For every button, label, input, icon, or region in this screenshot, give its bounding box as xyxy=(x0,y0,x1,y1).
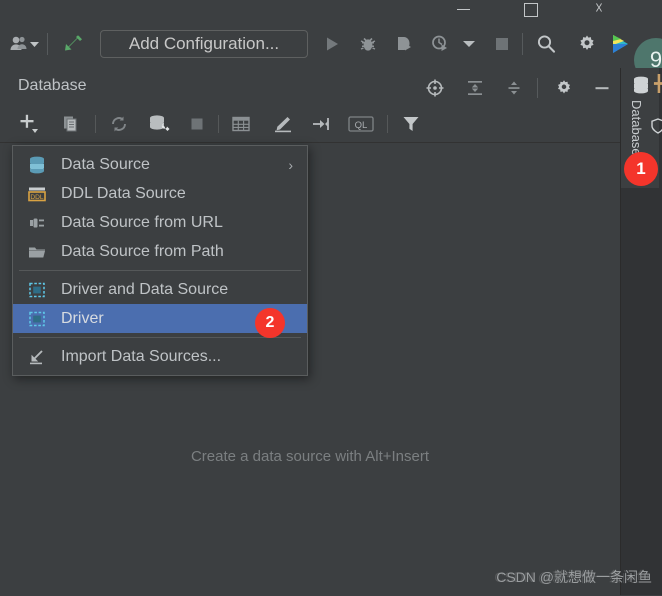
database-tools-icon[interactable] xyxy=(146,112,172,136)
menu-item-label: Data Source from Path xyxy=(61,242,224,260)
table-grid-icon[interactable] xyxy=(228,112,254,136)
watermark: CSDN @就想做一条闲鱼 xyxy=(496,569,652,585)
run-button[interactable] xyxy=(316,20,348,68)
debug-button[interactable] xyxy=(352,20,384,68)
stop-button[interactable] xyxy=(486,20,518,68)
shield-icon xyxy=(651,118,662,134)
menu-item-data-source-from-url[interactable]: Data Source from URL xyxy=(13,208,307,237)
menu-item-import-data-sources[interactable]: Import Data Sources... xyxy=(13,342,307,371)
toolbar-separator xyxy=(218,115,219,133)
hide-panel-icon[interactable] xyxy=(591,77,613,99)
database-settings-gear-icon[interactable] xyxy=(553,77,575,99)
window-close-button[interactable]: ☓ xyxy=(576,0,622,20)
filter-funnel-icon[interactable] xyxy=(398,112,424,136)
settings-gear-button[interactable] xyxy=(570,20,604,68)
locate-crosshair-icon[interactable] xyxy=(424,77,446,99)
step-badge-1: 1 xyxy=(624,152,658,186)
main-toolbar: Add Configuration... 9 xyxy=(0,20,662,82)
url-plug-icon xyxy=(27,214,51,232)
people-profile-button[interactable] xyxy=(4,20,44,68)
menu-item-ddl-data-source[interactable]: DDL DDL Data Source xyxy=(13,179,307,208)
search-button[interactable] xyxy=(530,20,562,68)
stop-icon[interactable] xyxy=(184,112,210,136)
duplicate-icon[interactable] xyxy=(58,112,84,136)
database-icon xyxy=(634,76,648,94)
menu-item-driver-and-data-source[interactable]: Driver and Data Source xyxy=(13,275,307,304)
menu-separator xyxy=(19,270,301,271)
close-icon: ☓ xyxy=(595,0,603,17)
window-title-bar: ☓ xyxy=(0,0,662,20)
add-configuration-label: Add Configuration... xyxy=(128,34,280,53)
driver-icon xyxy=(27,310,51,328)
ddl-icon: DDL xyxy=(27,185,51,203)
database-toolbar: QL xyxy=(0,106,620,142)
hash-icon: ╋ xyxy=(654,76,662,93)
menu-item-label: DDL Data Source xyxy=(61,184,186,202)
step-badge-2: 2 xyxy=(255,308,285,338)
empty-state-hint: Create a data source with Alt+Insert xyxy=(190,448,430,465)
add-configuration-button[interactable]: Add Configuration... xyxy=(100,30,308,58)
chevron-right-icon: › xyxy=(288,156,293,173)
run-with-coverage-button[interactable] xyxy=(388,20,420,68)
expand-all-icon[interactable] xyxy=(464,77,486,99)
database-panel-header: Database xyxy=(0,68,620,106)
driver-icon xyxy=(27,281,51,299)
menu-item-label: Data Source xyxy=(61,155,150,173)
menu-separator xyxy=(19,337,301,338)
profiler-dropdown-button[interactable] xyxy=(458,20,480,68)
maximize-icon xyxy=(524,3,538,17)
ide-brand-button[interactable] xyxy=(606,20,636,68)
toolbar-separator-2 xyxy=(522,33,523,55)
collapse-all-icon[interactable] xyxy=(503,77,525,99)
menu-item-data-source-from-path[interactable]: Data Source from Path xyxy=(13,237,307,266)
toolbar-separator xyxy=(387,115,388,133)
window-maximize-button[interactable] xyxy=(508,0,554,20)
build-hammer-button[interactable] xyxy=(56,20,92,68)
profiler-button[interactable] xyxy=(424,20,456,68)
toolbar-separator xyxy=(47,33,48,55)
menu-item-label: Data Source from URL xyxy=(61,213,223,231)
new-data-source-popup-menu: Data Source › DDL DDL Data Source Data Sourc… xyxy=(12,145,308,376)
right-tool-window-stripe: Database ╋ xyxy=(620,68,662,595)
refresh-sync-icon[interactable] xyxy=(106,112,132,136)
menu-item-label: Import Data Sources... xyxy=(61,347,222,365)
header-separator xyxy=(537,78,538,98)
query-language-icon[interactable]: QL xyxy=(348,112,374,136)
database-icon xyxy=(27,156,51,174)
menu-item-label: Driver and Data Source xyxy=(61,280,229,298)
svg-text:DDL: DDL xyxy=(30,194,44,201)
svg-text:QL: QL xyxy=(355,120,368,131)
menu-item-label: Driver xyxy=(61,309,104,327)
edit-pencil-icon[interactable] xyxy=(270,112,296,136)
folder-icon xyxy=(27,243,51,261)
toolbar-separator xyxy=(95,115,96,133)
menu-item-data-source[interactable]: Data Source › xyxy=(13,150,307,179)
jump-to-icon[interactable] xyxy=(308,112,334,136)
page-title: Database xyxy=(18,77,87,94)
import-arrow-icon xyxy=(27,348,51,366)
minimize-icon xyxy=(456,9,470,10)
add-data-source-button[interactable] xyxy=(18,112,44,136)
window-minimize-button[interactable] xyxy=(440,0,486,20)
